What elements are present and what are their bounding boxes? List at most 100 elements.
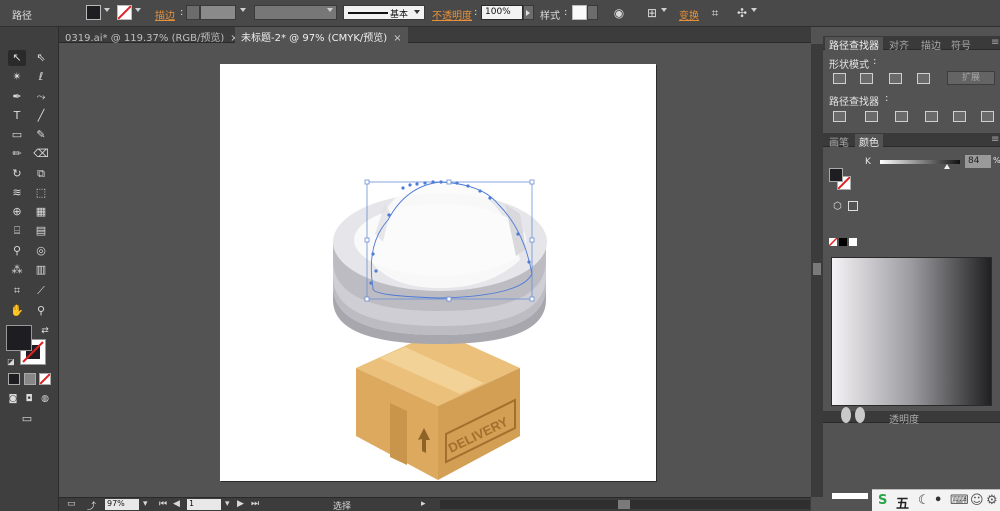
tab-color[interactable]: 颜色 xyxy=(855,134,883,149)
scale-tool-icon[interactable]: ⧉ xyxy=(32,166,50,182)
status-menu-icon[interactable]: ▸ xyxy=(421,499,426,509)
ime-settings-icon[interactable]: ⚙ xyxy=(986,493,998,508)
prev-page-icon[interactable]: ◀ xyxy=(173,499,180,509)
curvature-tool-icon[interactable]: ⤳ xyxy=(32,89,50,105)
line-tool-icon[interactable]: ╱ xyxy=(32,108,50,124)
rectangle-tool-icon[interactable]: ▭ xyxy=(8,127,26,143)
eraser-icon[interactable]: ⌫ xyxy=(32,146,50,162)
perspective-grid-icon[interactable]: ▦ xyxy=(32,204,50,220)
zoom-tool-icon[interactable]: ⚲ xyxy=(32,303,50,319)
column-graph-icon[interactable]: ▥ xyxy=(32,262,50,278)
expand-button[interactable]: 扩展 xyxy=(947,71,995,85)
panel-fill-swatch[interactable] xyxy=(829,168,843,182)
blend-tool-icon[interactable]: ◎ xyxy=(32,243,50,259)
minus-back-icon[interactable] xyxy=(981,111,994,122)
type-tool-icon[interactable]: T xyxy=(8,108,26,124)
intersect-icon[interactable] xyxy=(889,73,902,84)
ime-moon-icon[interactable]: ☾ xyxy=(918,493,930,508)
web-safe-icon[interactable] xyxy=(848,201,858,211)
mesh-tool-icon[interactable]: ⌸ xyxy=(8,223,26,239)
align-dropdown-icon[interactable] xyxy=(661,8,667,12)
crop-icon[interactable] xyxy=(925,111,938,122)
delivery-box[interactable]: DELIVERY xyxy=(356,331,520,480)
gradient-stop-icon[interactable] xyxy=(855,407,865,423)
isolate-icon[interactable]: ⌗ xyxy=(707,5,723,21)
none-mode-icon[interactable] xyxy=(39,373,51,385)
brush-definition[interactable]: 基本 xyxy=(343,5,425,20)
first-page-icon[interactable]: ⏮ xyxy=(159,499,167,509)
page-field[interactable]: 1 xyxy=(187,499,221,510)
canvas-area[interactable]: DELIVERY xyxy=(59,44,811,497)
tab-0319-ai[interactable]: 0319.ai* @ 119.37% (RGB/预览)× xyxy=(59,27,245,44)
opacity-label[interactable]: 不透明度 xyxy=(432,7,472,22)
tab-brushes[interactable]: 画笔 xyxy=(825,134,853,149)
black-chip[interactable] xyxy=(839,238,847,246)
white-chip[interactable] xyxy=(849,238,857,246)
lasso-icon[interactable]: ℓ xyxy=(32,69,50,85)
horizontal-scrollbar[interactable] xyxy=(440,500,810,509)
k-slider-handle[interactable] xyxy=(944,164,950,169)
stroke-label[interactable]: 描边 xyxy=(155,7,175,22)
ime-user-icon[interactable]: ☺ xyxy=(970,493,984,508)
tab-symbols[interactable]: 符号 xyxy=(947,37,975,52)
opacity-field[interactable]: 100% xyxy=(481,5,523,20)
glass-dome[interactable] xyxy=(370,181,526,288)
tab-pathfinder[interactable]: 路径查找器 xyxy=(825,37,883,52)
transform-options-icon[interactable]: ✣ xyxy=(734,5,750,21)
artboard-tool-icon[interactable]: ⌗ xyxy=(8,283,26,299)
tab-align[interactable]: 对齐 xyxy=(885,37,913,52)
fill-color-swatch[interactable] xyxy=(6,325,32,351)
pen-tool-icon[interactable]: ✒ xyxy=(8,89,26,105)
swap-colors-icon[interactable]: ⇄ xyxy=(36,323,54,339)
gradient-tool-icon[interactable]: ▤ xyxy=(32,223,50,239)
recolor-icon[interactable]: ◉ xyxy=(611,5,627,21)
divide-icon[interactable] xyxy=(833,111,846,122)
export-icon[interactable]: ⤴ xyxy=(87,499,96,511)
gradient-mode-icon[interactable] xyxy=(24,373,36,385)
close-icon[interactable]: × xyxy=(393,33,401,44)
none-color-chip[interactable] xyxy=(828,237,838,247)
artboard-nav-icon[interactable]: ▭ xyxy=(67,499,76,509)
slice-tool-icon[interactable]: ⟋ xyxy=(32,283,50,299)
panel-menu-icon[interactable]: ≡ xyxy=(987,37,1000,48)
stroke-weight-field[interactable] xyxy=(200,5,236,20)
k-value-field[interactable]: 84 xyxy=(965,155,991,168)
exclude-icon[interactable] xyxy=(917,73,930,84)
ime-keyboard-icon[interactable]: ⌨ xyxy=(950,493,969,508)
page-dropdown-icon[interactable]: ▾ xyxy=(225,499,230,509)
transform-dropdown-icon[interactable] xyxy=(751,8,757,12)
eyedropper-icon[interactable]: ⚲ xyxy=(8,243,26,259)
fill-swatch[interactable] xyxy=(86,5,101,20)
color-spectrum[interactable] xyxy=(831,257,992,406)
variable-width-profile[interactable] xyxy=(254,5,337,20)
pencil-icon[interactable]: ✏ xyxy=(8,146,26,162)
direct-selection-tool-icon[interactable]: ⇖ xyxy=(32,50,50,66)
transform-label[interactable]: 变换 xyxy=(679,7,699,22)
merge-icon[interactable] xyxy=(895,111,908,122)
ime-logo-icon[interactable]: S xyxy=(878,493,887,508)
artboard[interactable]: DELIVERY xyxy=(220,64,656,481)
artwork[interactable]: DELIVERY xyxy=(220,64,656,481)
last-page-icon[interactable]: ⏭ xyxy=(251,499,259,509)
trim-icon[interactable] xyxy=(865,111,878,122)
zoom-dropdown-icon[interactable]: ▾ xyxy=(143,499,148,509)
shape-builder-icon[interactable]: ⊕ xyxy=(8,204,26,220)
stroke-dropdown-icon[interactable] xyxy=(135,8,141,12)
ime-five-strokes[interactable]: 五 xyxy=(896,493,909,511)
unite-icon[interactable] xyxy=(833,73,846,84)
minus-front-icon[interactable] xyxy=(860,73,873,84)
stroke-weight-stepper[interactable] xyxy=(186,5,200,20)
tab-stroke[interactable]: 描边 xyxy=(917,37,945,52)
free-transform-icon[interactable]: ⬚ xyxy=(32,185,50,201)
next-page-icon[interactable]: ▶ xyxy=(237,499,244,509)
align-grid-icon[interactable]: ⊞ xyxy=(644,5,660,21)
graphic-style-swatch[interactable] xyxy=(572,5,587,20)
graphic-style-dropdown[interactable] xyxy=(587,5,598,20)
default-colors-icon[interactable]: ◪ xyxy=(2,354,20,370)
screen-mode-icon[interactable]: ▭ xyxy=(18,411,36,427)
magic-wand-icon[interactable]: ✴ xyxy=(8,69,26,85)
paintbrush-icon[interactable]: ✎ xyxy=(32,127,50,143)
stroke-swatch[interactable] xyxy=(117,5,132,20)
fill-dropdown-icon[interactable] xyxy=(104,8,110,12)
draw-inside-icon[interactable]: ◍ xyxy=(36,391,54,407)
